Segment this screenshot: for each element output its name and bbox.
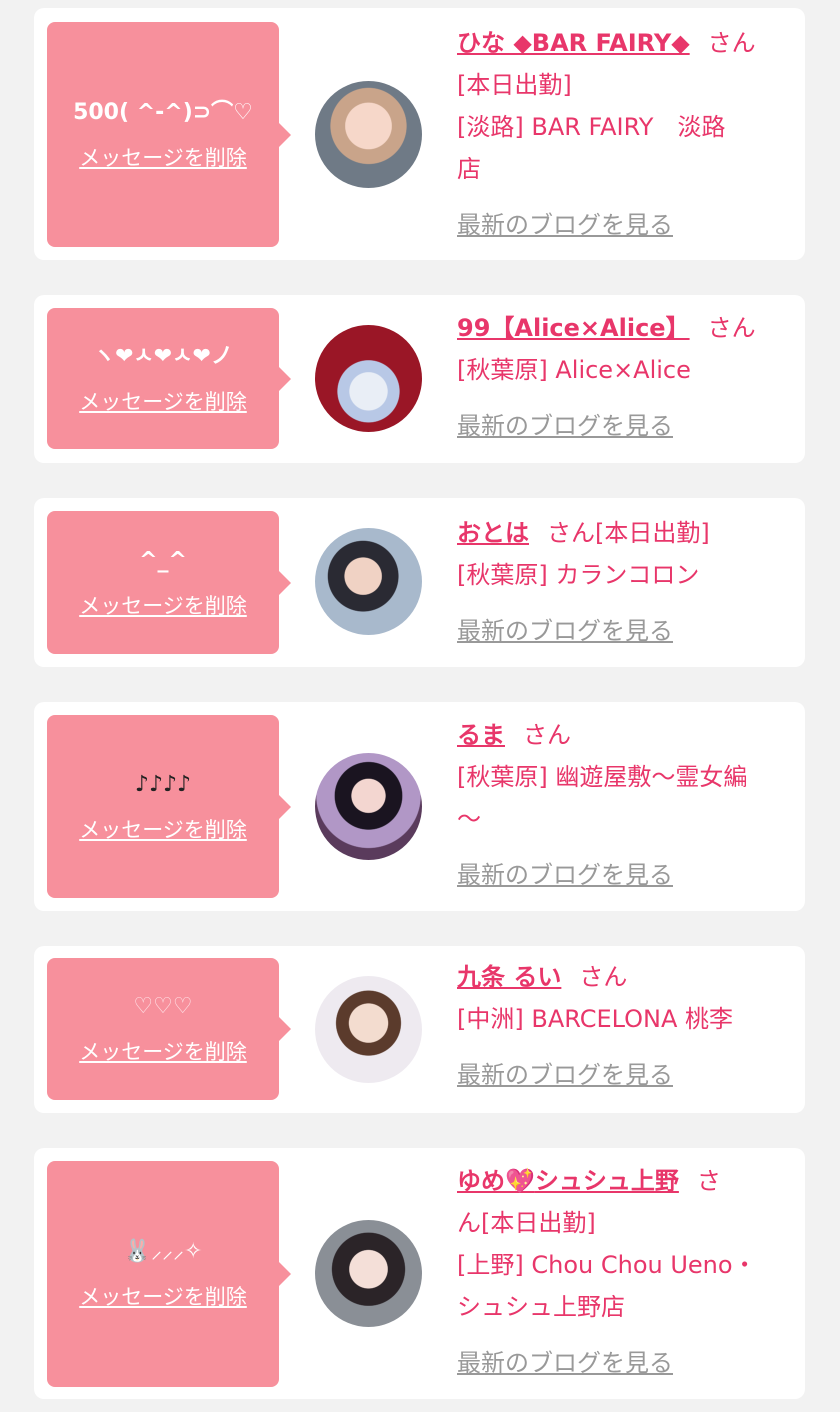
cast-info: 九条 るい さん [中洲] BARCELONA 桃李 最新のブログを見る [457,956,792,1096]
latest-blog-link[interactable]: 最新のブログを見る [457,204,673,246]
cast-info: ひな ◆BAR FAIRY◆ さん [本日出勤] [淡路] BAR FAIRY 淡… [457,22,792,246]
honorific: さん [707,29,756,57]
sparkling-heart-icon: 💖 [505,1167,535,1195]
shop-name: [秋葉原] Alice×Alice [457,356,691,384]
latest-blog-link[interactable]: 最新のブログを見る [457,405,673,447]
avatar[interactable] [315,976,422,1083]
message-bubble: 🐰⸝⸝⸝✧ メッセージを削除 [47,1161,291,1387]
cast-info: おとは さん[本日出勤] [秋葉原] カランコロン 最新のブログを見る [457,512,792,652]
message-text: ヽ❤︎ㅅ❤︎ㅅ❤︎ノ [93,343,233,369]
honorific-status-line: ん[本日出勤] [457,1202,792,1244]
cast-name-link[interactable]: おとは [457,519,529,547]
honorific-continued: ん [457,1209,481,1237]
status-today: [本日出勤] [457,71,572,99]
message-card: ^_^ メッセージを削除 おとは さん[本日出勤] [秋葉原] カランコロン 最新… [34,498,805,667]
cast-info: ゆめ💖シュシュ上野さ ん[本日出勤] [上野] Chou Chou Ueno・ … [457,1160,792,1384]
message-text: ♪♪♪♪ [134,771,192,797]
avatar[interactable] [315,81,422,188]
cast-name-line: ゆめ💖シュシュ上野さ [457,1160,792,1202]
cast-name-link[interactable]: ひな ◆BAR FAIRY◆ [457,29,690,57]
cast-info: るま さん [秋葉原] 幽遊屋敷〜霊女編 〜 最新のブログを見る [457,714,792,896]
message-text: ^_^ [139,547,187,573]
delete-message-link[interactable]: メッセージを削除 [79,1036,247,1066]
cast-info: 99【Alice×Alice】 さん [秋葉原] Alice×Alice 最新のブ… [457,307,792,447]
cast-name-link[interactable]: ゆめ💖シュシュ上野 [457,1167,679,1195]
cast-name-line: 99【Alice×Alice】 さん [457,307,792,349]
cast-name-line: おとは さん[本日出勤] [457,512,792,554]
avatar[interactable] [315,753,422,860]
avatar[interactable] [315,1220,422,1327]
message-bubble: ^_^ メッセージを削除 [47,511,291,654]
message-bubble: 500( ^-^)⊃⌒♡ メッセージを削除 [47,22,291,247]
message-text: ♡♡♡ [133,994,193,1019]
latest-blog-link[interactable]: 最新のブログを見る [457,1342,673,1384]
message-text: 🐰⸝⸝⸝✧ [123,1239,203,1264]
avatar[interactable] [315,528,422,635]
message-bubble: ♡♡♡ メッセージを削除 [47,958,291,1100]
shop-name-continued: シュシュ上野店 [457,1293,625,1321]
honorific: さん [547,519,595,547]
message-card: ♪♪♪♪ メッセージを削除 るま さん [秋葉原] 幽遊屋敷〜霊女編 〜 最新のブ… [34,702,805,911]
cast-name-part: ゆめ [457,1167,505,1195]
shop-name: [秋葉原] 幽遊屋敷〜霊女編 [457,763,748,791]
delete-message-link[interactable]: メッセージを削除 [79,142,247,172]
message-card: ヽ❤︎ㅅ❤︎ㅅ❤︎ノ メッセージを削除 99【Alice×Alice】 さん [秋… [34,295,805,463]
honorific: さん [523,721,571,749]
shop-name-continued: 〜 [457,805,481,833]
status-today: [本日出勤] [481,1209,596,1237]
message-card: ♡♡♡ メッセージを削除 九条 るい さん [中洲] BARCELONA 桃李 最… [34,946,805,1113]
cast-name-link[interactable]: 99【Alice×Alice】 [457,314,690,342]
cast-name-line: 九条 るい さん [457,956,792,998]
honorific: さ [696,1167,721,1195]
message-card: 500( ^-^)⊃⌒♡ メッセージを削除 ひな ◆BAR FAIRY◆ さん [… [34,8,805,260]
cast-name-part: シュシュ上野 [534,1167,679,1195]
delete-message-link[interactable]: メッセージを削除 [79,590,247,620]
shop-name: [上野] Chou Chou Ueno・ [457,1251,757,1279]
avatar[interactable] [315,325,422,432]
latest-blog-link[interactable]: 最新のブログを見る [457,610,673,652]
shop-name: [秋葉原] カランコロン [457,561,700,589]
status-today: [本日出勤] [595,519,710,547]
latest-blog-link[interactable]: 最新のブログを見る [457,1054,673,1096]
cast-name-line: ひな ◆BAR FAIRY◆ さん [457,22,792,64]
message-card: 🐰⸝⸝⸝✧ メッセージを削除 ゆめ💖シュシュ上野さ ん[本日出勤] [上野] C… [34,1148,805,1399]
message-bubble: ♪♪♪♪ メッセージを削除 [47,715,291,898]
delete-message-link[interactable]: メッセージを削除 [79,1281,247,1311]
honorific: さん [579,963,628,991]
latest-blog-link[interactable]: 最新のブログを見る [457,854,673,896]
delete-message-link[interactable]: メッセージを削除 [79,814,247,844]
honorific: さん [707,314,756,342]
cast-name-line: るま さん [457,714,792,756]
cast-name-link[interactable]: 九条 るい [457,963,561,991]
cast-name-link[interactable]: るま [457,721,505,749]
shop-name: [中洲] BARCELONA 桃李 [457,1005,734,1033]
message-bubble: ヽ❤︎ㅅ❤︎ㅅ❤︎ノ メッセージを削除 [47,308,291,449]
delete-message-link[interactable]: メッセージを削除 [79,386,247,416]
message-text: 500( ^-^)⊃⌒♡ [73,99,253,125]
shop-name: [淡路] BAR FAIRY 淡路 [457,113,726,141]
shop-name-continued: 店 [457,155,481,183]
